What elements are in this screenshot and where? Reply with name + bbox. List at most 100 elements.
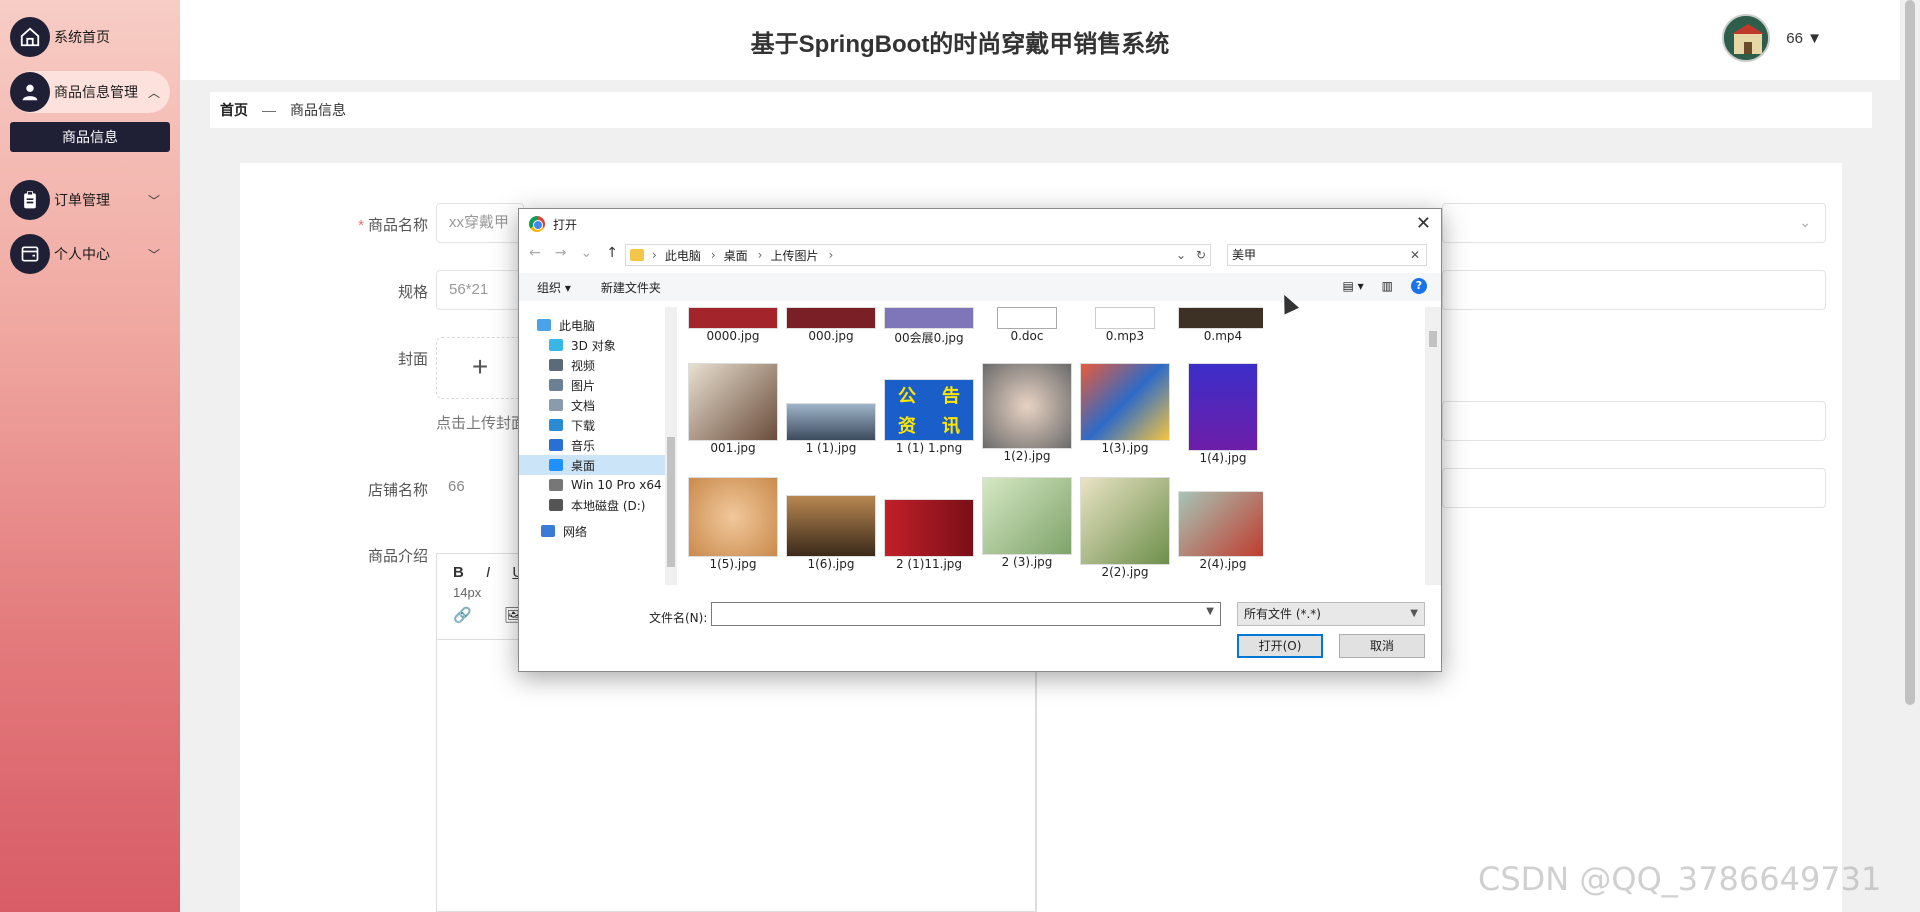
file-item[interactable]: 0.doc: [977, 307, 1077, 343]
open-file-dialog: 打开 ✕ ← → ⌄ ↑ › 此电脑 › 桌面 › 上传图片 › ⌄ ↻ 美甲 …: [518, 208, 1442, 672]
preview-pane-icon[interactable]: ▥: [1382, 279, 1393, 293]
filename-input[interactable]: ▼: [711, 602, 1221, 626]
shop-value: 66: [436, 468, 524, 508]
cancel-button[interactable]: 取消: [1339, 634, 1425, 658]
file-thumbnail: [884, 307, 974, 329]
file-item[interactable]: 2 (1)11.jpg: [879, 477, 979, 571]
avatar[interactable]: [1722, 14, 1770, 62]
nav-personal-label: 个人中心: [54, 246, 110, 262]
nav-product-mgmt-label: 商品信息管理: [54, 84, 138, 100]
recent-icon[interactable]: ⌄: [580, 245, 592, 261]
file-item[interactable]: 0.mp3: [1075, 307, 1175, 343]
nav-personal[interactable]: 个人中心 ﹀: [10, 233, 170, 275]
chevron-up-icon: ︿: [147, 85, 160, 100]
file-thumbnail: [884, 499, 974, 557]
caret-down-icon: ▼: [1807, 30, 1822, 47]
tree-scrollbar[interactable]: [665, 307, 677, 585]
bold-button[interactable]: B: [453, 564, 464, 581]
intro-label: 商品介绍: [367, 548, 428, 565]
file-item[interactable]: 1(6).jpg: [781, 477, 881, 571]
up-icon[interactable]: ↑: [606, 245, 618, 261]
tree-item-selected[interactable]: 桌面: [519, 455, 667, 475]
chevron-right-icon: ›: [757, 248, 763, 262]
italic-button[interactable]: I: [486, 564, 490, 581]
clear-icon[interactable]: ✕: [1410, 245, 1420, 265]
category-select[interactable]: ⌄: [1442, 203, 1826, 243]
file-thumbnail: [786, 403, 876, 441]
disk-icon: [549, 499, 563, 511]
file-item[interactable]: 0000.jpg: [683, 307, 783, 343]
dialog-title: 打开: [553, 217, 578, 232]
nav-product-mgmt[interactable]: 商品信息管理 ︿: [10, 71, 170, 113]
file-item[interactable]: 2 (3).jpg: [977, 477, 1077, 569]
file-item[interactable]: 00会展0.jpg: [879, 307, 979, 346]
music-icon: [549, 439, 563, 451]
3d-objects-icon: [549, 339, 563, 351]
refresh-icon[interactable]: ↻: [1196, 248, 1206, 262]
file-item[interactable]: 001.jpg: [683, 363, 783, 455]
chevron-down-icon[interactable]: ▼: [1206, 606, 1214, 617]
nav-order-mgmt[interactable]: 订单管理 ﹀: [10, 179, 170, 221]
file-item[interactable]: 2(4).jpg: [1173, 477, 1263, 571]
files-scrollbar[interactable]: [1425, 307, 1441, 585]
chrome-icon: [529, 216, 545, 232]
file-item[interactable]: 1(2).jpg: [977, 363, 1077, 463]
stock-input[interactable]: [1442, 401, 1826, 441]
breadcrumb-home[interactable]: 首页: [220, 100, 248, 120]
nav-home[interactable]: 系统首页: [10, 16, 170, 58]
drive-icon: [549, 479, 563, 491]
page-scrollbar[interactable]: [1900, 0, 1920, 912]
cover-upload-button[interactable]: +: [436, 337, 524, 399]
search-input[interactable]: 美甲 ✕: [1227, 244, 1427, 266]
file-thumbnail: [982, 363, 1072, 449]
spec-label: 规格: [397, 284, 428, 301]
name-input[interactable]: xx穿戴甲: [436, 203, 524, 243]
other-input[interactable]: [1442, 468, 1826, 508]
open-button[interactable]: 打开(O): [1237, 634, 1323, 658]
forward-icon[interactable]: →: [555, 245, 567, 261]
new-folder-button[interactable]: 新建文件夹: [601, 279, 661, 296]
file-thumbnail: [1178, 491, 1263, 557]
help-icon[interactable]: ?: [1411, 278, 1427, 294]
back-icon[interactable]: ←: [529, 245, 541, 261]
scrollbar-thumb[interactable]: [1905, 0, 1915, 705]
cover-label: 封面: [397, 351, 428, 368]
address-bar[interactable]: › 此电脑 › 桌面 › 上传图片 › ⌄ ↻: [625, 244, 1211, 266]
address-crumb[interactable]: 桌面: [724, 247, 748, 264]
spec-input[interactable]: 56*21: [436, 270, 524, 310]
home-icon: [10, 17, 50, 57]
breadcrumb-separator: —: [262, 102, 276, 118]
file-thumbnail: [688, 363, 778, 441]
subnav-product-info[interactable]: 商品信息: [10, 122, 170, 152]
link-icon[interactable]: 🔗: [453, 606, 472, 624]
address-crumb[interactable]: 上传图片: [770, 247, 818, 264]
file-item[interactable]: 0.mp4: [1173, 307, 1263, 343]
file-thumbnail: [1080, 363, 1170, 441]
address-crumb[interactable]: 此电脑: [665, 247, 701, 264]
cover-hint: 点击上传封面: [436, 415, 527, 432]
close-icon[interactable]: ✕: [1416, 213, 1431, 234]
folder-icon: [630, 249, 644, 261]
user-menu[interactable]: 66 ▼: [1786, 30, 1822, 47]
scrollbar-thumb[interactable]: [1429, 331, 1437, 347]
file-type-select[interactable]: 所有文件 (*.*) ▼: [1237, 602, 1425, 626]
organize-button[interactable]: 组织 ▾: [537, 279, 571, 296]
file-item[interactable]: 1(5).jpg: [683, 477, 783, 571]
search-value: 美甲: [1232, 248, 1257, 262]
file-item[interactable]: 2(2).jpg: [1075, 477, 1175, 579]
tree-item[interactable]: 此电脑: [537, 315, 682, 335]
file-item[interactable]: 公告资讯1 (1) 1.png: [879, 363, 979, 455]
price-input[interactable]: [1442, 270, 1826, 310]
file-item[interactable]: 000.jpg: [781, 307, 881, 343]
view-mode-icon[interactable]: ▤ ▾: [1342, 279, 1363, 293]
scrollbar-thumb[interactable]: [667, 437, 675, 567]
file-item[interactable]: 1(4).jpg: [1173, 363, 1263, 465]
notice-thumbnail: 公告资讯: [884, 379, 974, 441]
file-item[interactable]: 1 (1).jpg: [781, 363, 881, 455]
user-name: 66: [1786, 30, 1803, 47]
chevron-down-icon[interactable]: ⌄: [1176, 248, 1186, 262]
chevron-down-icon: ⌄: [1799, 214, 1811, 230]
chevron-down-icon: ﹀: [147, 193, 160, 208]
file-item[interactable]: 1(3).jpg: [1075, 363, 1175, 455]
top-header: 基于SpringBoot的时尚穿戴甲销售系统 66 ▼: [180, 0, 1900, 80]
